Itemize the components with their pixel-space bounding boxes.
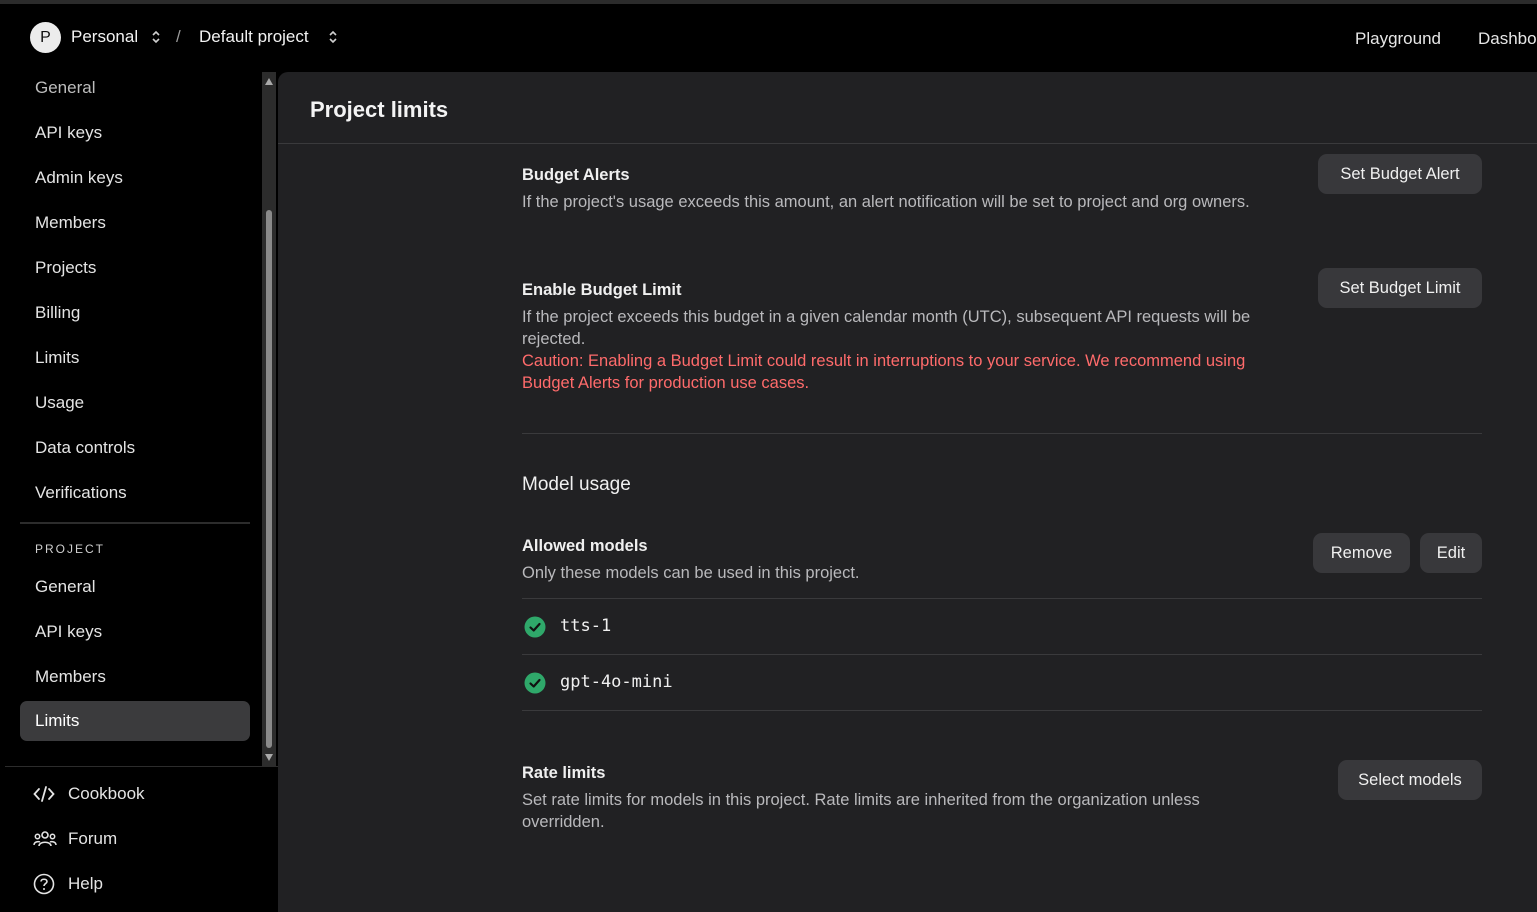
- sidebar-item-label: Admin keys: [35, 168, 123, 187]
- set-budget-alert-button[interactable]: Set Budget Alert: [1318, 154, 1482, 194]
- section-divider: [522, 433, 1482, 434]
- playground-link[interactable]: Playground: [1355, 29, 1441, 49]
- users-icon: [33, 831, 57, 847]
- sidebar-item-label: Members: [35, 667, 106, 686]
- sidebar-item-label: Data controls: [35, 438, 136, 457]
- list-item: gpt-4o-mini: [522, 655, 1482, 711]
- budget-limit-description: If the project exceeds this budget in a …: [522, 308, 1251, 348]
- sidebar-item-project-general[interactable]: General: [20, 567, 250, 607]
- sidebar-item-label: Limits: [35, 348, 80, 367]
- sidebar-item-label: General: [35, 78, 96, 97]
- sidebar-item-verifications[interactable]: Verifications: [20, 473, 250, 513]
- sidebar-item-project-members[interactable]: Members: [20, 657, 250, 697]
- sidebar-item-label: API keys: [35, 622, 103, 641]
- avatar[interactable]: P: [30, 22, 61, 53]
- budget-alerts-title: Budget Alerts: [522, 166, 630, 184]
- cookbook-link[interactable]: Cookbook: [33, 782, 183, 808]
- sidebar-item-billing[interactable]: Billing: [20, 293, 250, 333]
- sidebar-divider: [20, 522, 250, 524]
- sidebar-item-projects[interactable]: Projects: [20, 248, 250, 288]
- project-switcher[interactable]: Default project: [199, 27, 309, 47]
- sidebar-item-members[interactable]: Members: [20, 203, 250, 243]
- help-link[interactable]: Help: [33, 872, 183, 898]
- sidebar-item-limits[interactable]: Limits: [20, 338, 250, 378]
- window-top-edge: [0, 0, 1537, 4]
- edit-button[interactable]: Edit: [1420, 533, 1482, 573]
- sidebar-item-usage[interactable]: Usage: [20, 383, 250, 423]
- sidebar-item-label: Verifications: [35, 483, 127, 502]
- remove-button[interactable]: Remove: [1313, 533, 1410, 573]
- allowed-models-title: Allowed models: [522, 537, 648, 555]
- forum-link[interactable]: Forum: [33, 827, 183, 853]
- help-label: Help: [68, 874, 103, 893]
- sidebar-item-general[interactable]: General: [20, 68, 250, 108]
- chevron-updown-icon[interactable]: [151, 29, 161, 45]
- sidebar-item-api-keys[interactable]: API keys: [20, 113, 250, 153]
- page-title: Project limits: [310, 97, 449, 122]
- org-switcher[interactable]: Personal: [71, 27, 138, 47]
- main-panel: Project limits Budget Alerts If the proj…: [278, 72, 1537, 912]
- sidebar-footer-divider: [5, 766, 278, 767]
- sidebar-item-project-api-keys[interactable]: API keys: [20, 612, 250, 652]
- top-bar: P Personal / Default project Playground …: [0, 0, 1537, 72]
- allowed-models-description: Only these models can be used in this pr…: [522, 564, 860, 582]
- cookbook-label: Cookbook: [68, 784, 145, 803]
- scroll-up-arrow-icon[interactable]: [265, 78, 273, 85]
- sidebar-item-label: Projects: [35, 258, 97, 277]
- sidebar-item-project-limits[interactable]: Limits: [20, 701, 250, 741]
- sidebar-item-data-controls[interactable]: Data controls: [20, 428, 250, 468]
- sidebar-item-admin-keys[interactable]: Admin keys: [20, 158, 250, 198]
- list-item: tts-1: [522, 599, 1482, 655]
- forum-label: Forum: [68, 829, 118, 848]
- project-section-label: PROJECT: [35, 542, 106, 556]
- sidebar-item-label: Usage: [35, 393, 85, 412]
- rate-limits-title: Rate limits: [522, 764, 606, 782]
- sidebar-item-label: Limits: [35, 711, 80, 730]
- model-usage-title: Model usage: [522, 474, 631, 495]
- model-name: tts-1: [560, 616, 612, 636]
- scroll-down-arrow-icon[interactable]: [265, 754, 273, 761]
- budget-limit-caution: Caution: Enabling a Budget Limit could r…: [522, 352, 1246, 392]
- table-divider: [522, 710, 1482, 711]
- rate-limits-description: Set rate limits for models in this proje…: [522, 791, 1200, 831]
- page-header: Project limits: [278, 72, 1537, 144]
- breadcrumb-separator: /: [176, 27, 181, 46]
- chevron-updown-icon[interactable]: [328, 29, 338, 45]
- check-circle-icon: [524, 672, 546, 694]
- sidebar-item-label: General: [35, 577, 96, 596]
- dashboard-link[interactable]: Dashbo: [1478, 29, 1537, 49]
- sidebar-scrollbar-thumb[interactable]: [266, 210, 272, 748]
- sidebar-item-label: Billing: [35, 303, 81, 322]
- help-circle-icon: [33, 873, 55, 895]
- code-icon: [33, 786, 55, 802]
- select-models-button[interactable]: Select models: [1338, 760, 1482, 800]
- model-name: gpt-4o-mini: [560, 672, 673, 692]
- check-circle-icon: [524, 616, 546, 638]
- set-budget-limit-button[interactable]: Set Budget Limit: [1318, 268, 1482, 308]
- budget-alerts-description: If the project's usage exceeds this amou…: [522, 193, 1250, 211]
- sidebar-item-label: API keys: [35, 123, 103, 142]
- budget-limit-title: Enable Budget Limit: [522, 281, 682, 299]
- sidebar-item-label: Members: [35, 213, 106, 232]
